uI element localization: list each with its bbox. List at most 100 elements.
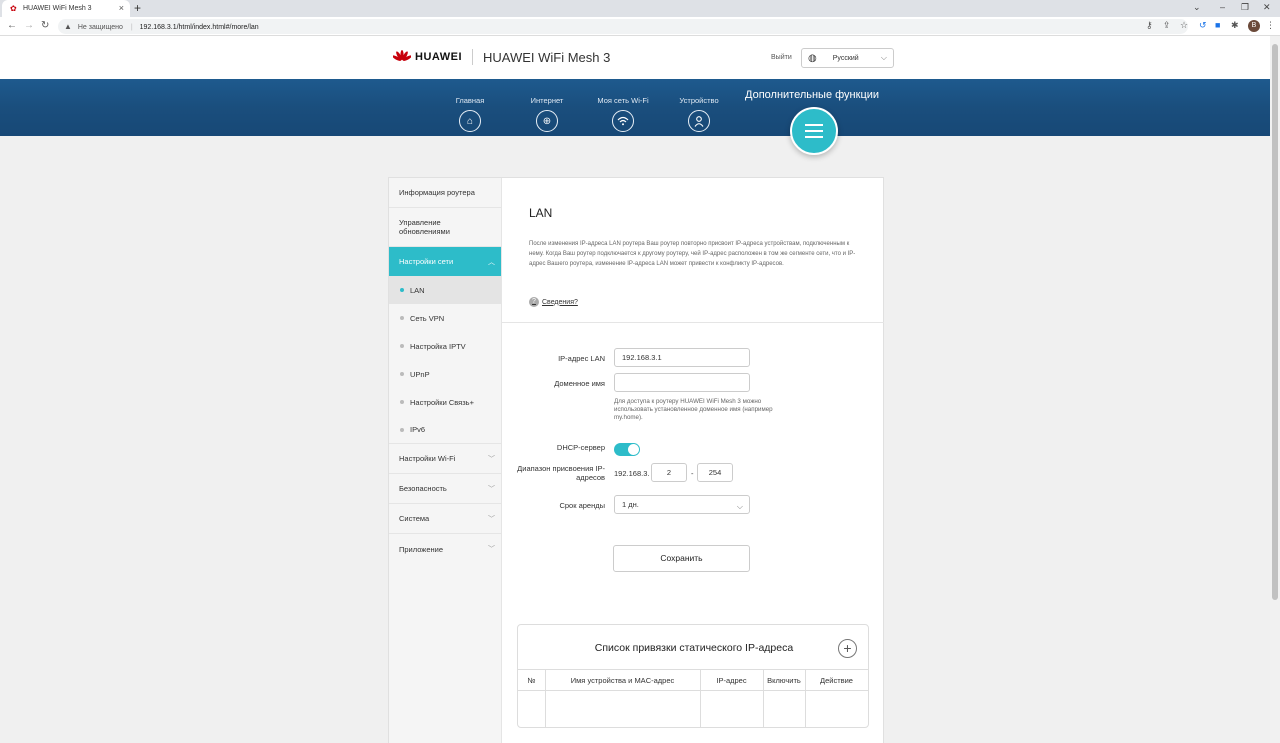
column-divider bbox=[545, 669, 546, 727]
sidebar-item-label: Управление обновлениями bbox=[399, 218, 450, 236]
sidebar: Информация роутера Управление обновления… bbox=[389, 178, 502, 743]
info-link-text: Сведения? bbox=[542, 298, 578, 306]
domain-name-input[interactable] bbox=[614, 373, 750, 392]
sidebar-item-security[interactable]: Безопасность ﹀ bbox=[389, 474, 501, 504]
warning-icon: ▲ bbox=[64, 22, 72, 31]
language-select[interactable]: ◍ Русский ⌵ bbox=[801, 48, 894, 68]
close-tab-icon[interactable]: × bbox=[119, 3, 124, 13]
huawei-logo: HUAWEI HUAWEI WiFi Mesh 3 bbox=[392, 49, 610, 65]
sidebar-item-update-management[interactable]: Управление обновлениями bbox=[389, 208, 501, 247]
sidebar-item-wifi-settings[interactable]: Настройки Wi-Fi ﹀ bbox=[389, 444, 501, 474]
profile-avatar[interactable]: B bbox=[1248, 20, 1260, 32]
new-tab-icon[interactable]: + bbox=[134, 1, 141, 15]
back-icon[interactable]: ← bbox=[7, 20, 17, 31]
sidebar-sub-upnp[interactable]: UPnP bbox=[389, 360, 501, 388]
nav-label: Интернет bbox=[530, 96, 564, 105]
sidebar-sub-link-plus[interactable]: Настройки Связь+ bbox=[389, 388, 501, 416]
chevron-down-icon: ﹀ bbox=[488, 546, 495, 553]
ip-range-label: Диапазон присвоения IP-адресов bbox=[517, 464, 605, 482]
sidebar-item-network-settings[interactable]: Настройки сети ︿ bbox=[389, 247, 501, 276]
nav-wifi[interactable]: Моя сеть Wi-Fi bbox=[588, 96, 658, 132]
tab-search-icon[interactable]: ⌄ bbox=[1193, 2, 1201, 13]
sidebar-sub-vpn[interactable]: Сеть VPN bbox=[389, 304, 501, 332]
scrollbar-thumb[interactable] bbox=[1272, 44, 1278, 600]
column-divider bbox=[805, 669, 806, 727]
chevron-down-icon: ﹀ bbox=[488, 515, 495, 523]
browser-tab[interactable]: ✿ HUAWEI WiFi Mesh 3 × bbox=[2, 0, 130, 17]
home-icon: ⌂ bbox=[459, 110, 481, 132]
address-bar[interactable]: ▲ Не защищено | 192.168.3.1/html/index.h… bbox=[58, 19, 1188, 34]
settings-panel: Информация роутера Управление обновления… bbox=[388, 177, 884, 743]
save-button[interactable]: Сохранить bbox=[613, 545, 750, 572]
ip-range-end-input[interactable]: 254 bbox=[697, 463, 733, 482]
maximize-icon[interactable]: ❐ bbox=[1241, 2, 1249, 13]
sidebar-sub-label: IPv6 bbox=[410, 425, 426, 434]
sidebar-sub-label: UPnP bbox=[410, 369, 430, 379]
sidebar-sub-lan[interactable]: LAN bbox=[389, 276, 501, 304]
bullet-icon bbox=[400, 288, 404, 292]
menu-dots-icon[interactable]: ⋮ bbox=[1266, 20, 1275, 31]
dhcp-server-toggle[interactable] bbox=[614, 443, 640, 456]
share-icon[interactable]: ⇪ bbox=[1163, 20, 1171, 31]
ip-address-input[interactable]: 192.168.3.1 bbox=[614, 348, 750, 367]
static-ip-table: Список привязки статического IP-адреса +… bbox=[517, 624, 869, 728]
page-scrollbar[interactable] bbox=[1270, 36, 1280, 743]
column-header: IP-адрес bbox=[716, 676, 747, 685]
language-value: Русский bbox=[832, 54, 859, 62]
reload-icon[interactable]: ↻ bbox=[41, 20, 49, 31]
lan-content: LAN После изменения IP-адреса LAN роутер… bbox=[502, 178, 884, 743]
user-icon bbox=[688, 110, 710, 132]
sidebar-item-label: Система bbox=[399, 514, 430, 523]
sidebar-item-apps[interactable]: Приложение ﹀ bbox=[389, 534, 501, 564]
advanced-menu-icon[interactable] bbox=[790, 107, 838, 155]
bullet-icon bbox=[400, 372, 404, 376]
sidebar-item-system[interactable]: Система ﹀ bbox=[389, 504, 501, 534]
close-window-icon[interactable]: ✕ bbox=[1263, 2, 1271, 13]
table-header: № Имя устройства и MAC-адрес IP-адрес Вк… bbox=[518, 669, 868, 691]
chevron-down-icon: ﹀ bbox=[488, 455, 495, 463]
nav-home[interactable]: Главная ⌂ bbox=[435, 96, 505, 132]
forward-icon[interactable]: → bbox=[24, 20, 34, 31]
main-nav: Главная ⌂ Интернет ⊕ Моя сеть Wi-Fi Устр… bbox=[0, 79, 1270, 136]
section-divider bbox=[502, 322, 884, 323]
ip-address-label: IP-адрес LAN bbox=[558, 354, 605, 363]
sidebar-sub-ipv6[interactable]: IPv6 bbox=[389, 416, 501, 444]
puzzle-icon[interactable]: ✱ bbox=[1231, 20, 1239, 31]
sidebar-item-router-info[interactable]: Информация роутера bbox=[389, 178, 501, 208]
lan-description: После изменения IP-адреса LAN роутера Ва… bbox=[529, 241, 856, 267]
info-link[interactable]: ? Сведения? bbox=[529, 297, 578, 307]
sidebar-sub-iptv[interactable]: Настройка IPTV bbox=[389, 332, 501, 360]
column-header: № bbox=[527, 676, 536, 685]
bullet-icon bbox=[400, 400, 404, 404]
globe-icon: ⊕ bbox=[536, 110, 558, 132]
minimize-icon[interactable]: – bbox=[1220, 2, 1225, 12]
nav-internet[interactable]: Интернет ⊕ bbox=[512, 96, 582, 132]
sidebar-item-label: Настройки Wi-Fi bbox=[399, 454, 456, 463]
huawei-petal-icon bbox=[392, 50, 412, 64]
sidebar-sub-label: Настройка IPTV bbox=[410, 341, 466, 351]
add-binding-icon[interactable]: + bbox=[838, 639, 857, 658]
extension-icon[interactable]: ■ bbox=[1215, 20, 1220, 30]
key-icon[interactable]: ⚷ bbox=[1146, 20, 1153, 31]
dhcp-server-label: DHCP-сервер bbox=[556, 443, 605, 452]
page-header: HUAWEI HUAWEI WiFi Mesh 3 Выйти ◍ Русски… bbox=[0, 36, 1270, 79]
sidebar-item-label: Информация роутера bbox=[399, 188, 475, 197]
lease-time-select[interactable]: 1 дн. ⌵ bbox=[614, 495, 750, 514]
domain-name-label: Доменное имя bbox=[554, 379, 605, 388]
logout-link[interactable]: Выйти bbox=[771, 54, 792, 61]
ip-range-start-input[interactable]: 2 bbox=[651, 463, 687, 482]
nav-label: Главная bbox=[455, 96, 485, 105]
nav-advanced-label[interactable]: Дополнительные функции bbox=[745, 89, 879, 101]
column-header: Включить bbox=[767, 676, 801, 685]
page-title: LAN bbox=[529, 206, 553, 220]
ip-range-dash: - bbox=[691, 469, 694, 478]
nav-device[interactable]: Устройство bbox=[664, 96, 734, 132]
extension-refresh-icon[interactable]: ↺ bbox=[1199, 20, 1207, 31]
bullet-icon bbox=[400, 344, 404, 348]
static-ip-table-title: Список привязки статического IP-адреса bbox=[594, 642, 794, 654]
chevron-down-icon: ⌵ bbox=[736, 502, 743, 511]
globe-icon: ◍ bbox=[808, 52, 817, 64]
question-icon: ? bbox=[529, 297, 539, 307]
tab-title: HUAWEI WiFi Mesh 3 bbox=[23, 5, 92, 12]
star-icon[interactable]: ☆ bbox=[1180, 20, 1188, 31]
